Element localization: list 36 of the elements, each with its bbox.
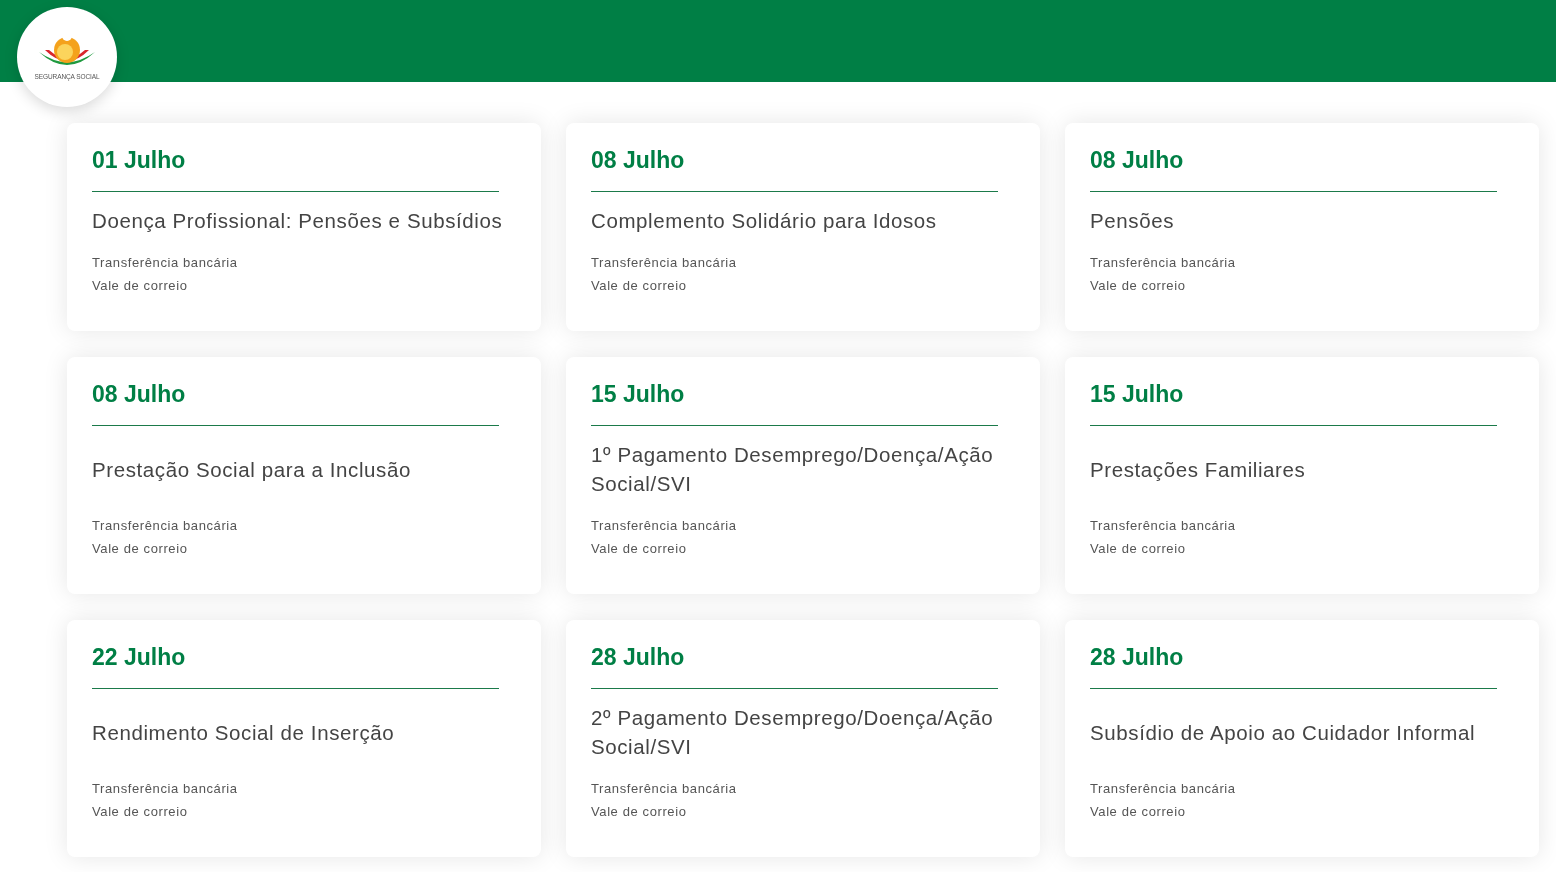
benefit-title: Rendimento Social de Inserção bbox=[92, 719, 395, 746]
payment-method: Vale de correio bbox=[92, 540, 188, 558]
payment-date: 01 Julho bbox=[92, 146, 186, 175]
benefit-title: Subsídio de Apoio ao Cuidador Informal bbox=[1090, 719, 1476, 746]
payment-method: Vale de correio bbox=[92, 803, 188, 821]
benefit-title: 1º Pagamento Desemprego/Doença/Ação Social/SVI bbox=[591, 442, 995, 497]
benefit-title: 2º Pagamento Desemprego/Doença/Ação Social/SVI bbox=[591, 705, 995, 760]
benefit-title: Pensões bbox=[1090, 208, 1174, 234]
payment-method: Vale de correio bbox=[591, 803, 687, 821]
payment-method: Transferência bancária bbox=[591, 517, 737, 535]
payment-method: Transferência bancária bbox=[591, 780, 737, 798]
benefit-title: Prestação Social para a Inclusão bbox=[92, 456, 411, 483]
payment-date: 08 Julho bbox=[591, 146, 685, 175]
payment-method: Vale de correio bbox=[1090, 540, 1186, 558]
payment-method: Transferência bancária bbox=[1090, 517, 1236, 535]
payment-method: Transferência bancária bbox=[1090, 780, 1236, 798]
payment-date: 28 Julho bbox=[591, 643, 685, 672]
benefit-title: Prestações Familiares bbox=[1090, 456, 1306, 483]
payment-method: Vale de correio bbox=[92, 277, 188, 295]
payment-method: Transferência bancária bbox=[92, 517, 238, 535]
payment-method: Vale de correio bbox=[1090, 277, 1186, 295]
payment-method: Vale de correio bbox=[591, 277, 687, 295]
payment-method: Transferência bancária bbox=[591, 254, 737, 272]
payment-method: Transferência bancária bbox=[92, 780, 238, 798]
payment-method: Vale de correio bbox=[591, 540, 687, 558]
benefit-title: Doença Profissional: Pensões e Subsídios bbox=[92, 208, 503, 234]
payment-date: 22 Julho bbox=[92, 643, 186, 672]
payment-date: 15 Julho bbox=[1090, 380, 1184, 409]
payment-method: Transferência bancária bbox=[1090, 254, 1236, 272]
payment-method: Transferência bancária bbox=[92, 254, 238, 272]
payment-date: 15 Julho bbox=[591, 380, 685, 409]
benefit-title: Complemento Solidário para Idosos bbox=[591, 208, 937, 234]
payment-date: 08 Julho bbox=[92, 380, 186, 409]
payment-method: Vale de correio bbox=[1090, 803, 1186, 821]
payment-date: 28 Julho bbox=[1090, 643, 1184, 672]
payment-date: 08 Julho bbox=[1090, 146, 1184, 175]
